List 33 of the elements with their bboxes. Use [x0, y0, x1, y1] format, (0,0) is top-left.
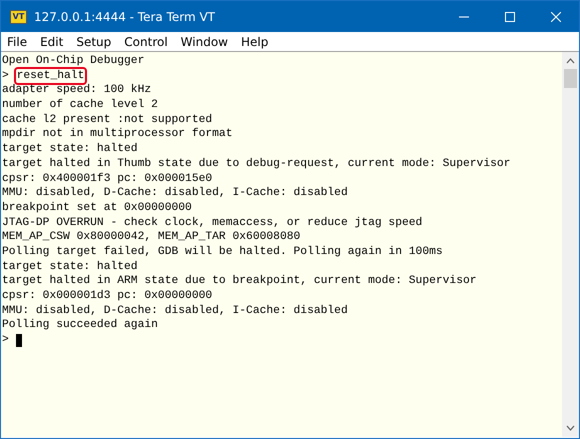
output-line: target halted in ARM state due to breakpoint, current mode: Supervisor [2, 274, 477, 290]
output-line: Polling succeeded again [2, 318, 158, 334]
maximize-icon [505, 12, 515, 22]
app-icon: VT [10, 10, 27, 24]
prompt-symbol: > [2, 333, 9, 348]
output-line: MEM_AP_CSW 0x80000042, MEM_AP_TAR 0x60008080 [2, 230, 300, 245]
close-icon [551, 12, 561, 22]
output-line: target halted in Thumb state due to debug-request, current mode: Supervisor [2, 156, 510, 172]
output-line: MMU: disabled, D-Cache: disabled, I-Cache: disabled [2, 304, 348, 318]
output-line: cache l2 present :not supported [2, 112, 212, 128]
menu-item[interactable]: Control [118, 34, 175, 48]
menu-item[interactable]: Help [235, 34, 276, 48]
menu-item[interactable]: File [1, 34, 34, 48]
output-line: breakpoint set at 0x00000000 [2, 200, 192, 216]
output-line: Open On-Chip Debugger [2, 54, 144, 69]
menu-item[interactable]: Setup [70, 34, 118, 48]
scrollbar-thumb[interactable] [564, 69, 577, 88]
menu-item[interactable]: Window [174, 34, 235, 48]
scrollbar[interactable] [562, 52, 579, 437]
output-line: target state: halted [2, 142, 138, 157]
prompt-symbol: > [2, 68, 9, 84]
output-line: target state: halted [2, 260, 138, 274]
menu-item[interactable]: Edit [34, 34, 70, 48]
window-title: 127.0.0.1:4444 - Tera Term VT [34, 10, 216, 24]
output-line: adapter speed: 100 kHz [2, 83, 152, 98]
output-line: number of cache level 2 [2, 98, 158, 113]
output-line: cpsr: 0x400001f3 pc: 0x000015e0 [2, 172, 212, 186]
output-line: mpdir not in multiprocessor format [2, 127, 232, 142]
output-line: MMU: disabled, D-Cache: disabled, I-Cache: disabled [2, 186, 348, 201]
output-line: Polling target failed, GDB will be halted. Polling again in 100ms [2, 244, 443, 260]
output-line: cpsr: 0x000001d3 pc: 0x00000000 [2, 289, 212, 304]
output-line: JTAG-DP OVERRUN - check clock, memaccess, or reduce jtag speed [2, 216, 422, 230]
command-text: reset_halt [16, 68, 86, 84]
